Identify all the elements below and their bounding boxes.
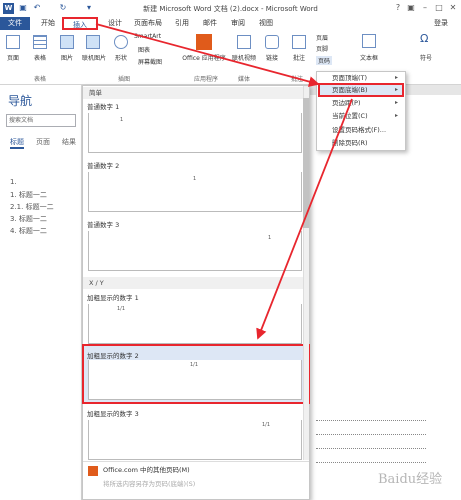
arrow-menu-to-gallery [256,98,353,340]
annotation-arrows [95,23,353,340]
watermark-logo: Baidu经验 [378,472,443,487]
arrow-insert-to-menu [95,23,320,87]
